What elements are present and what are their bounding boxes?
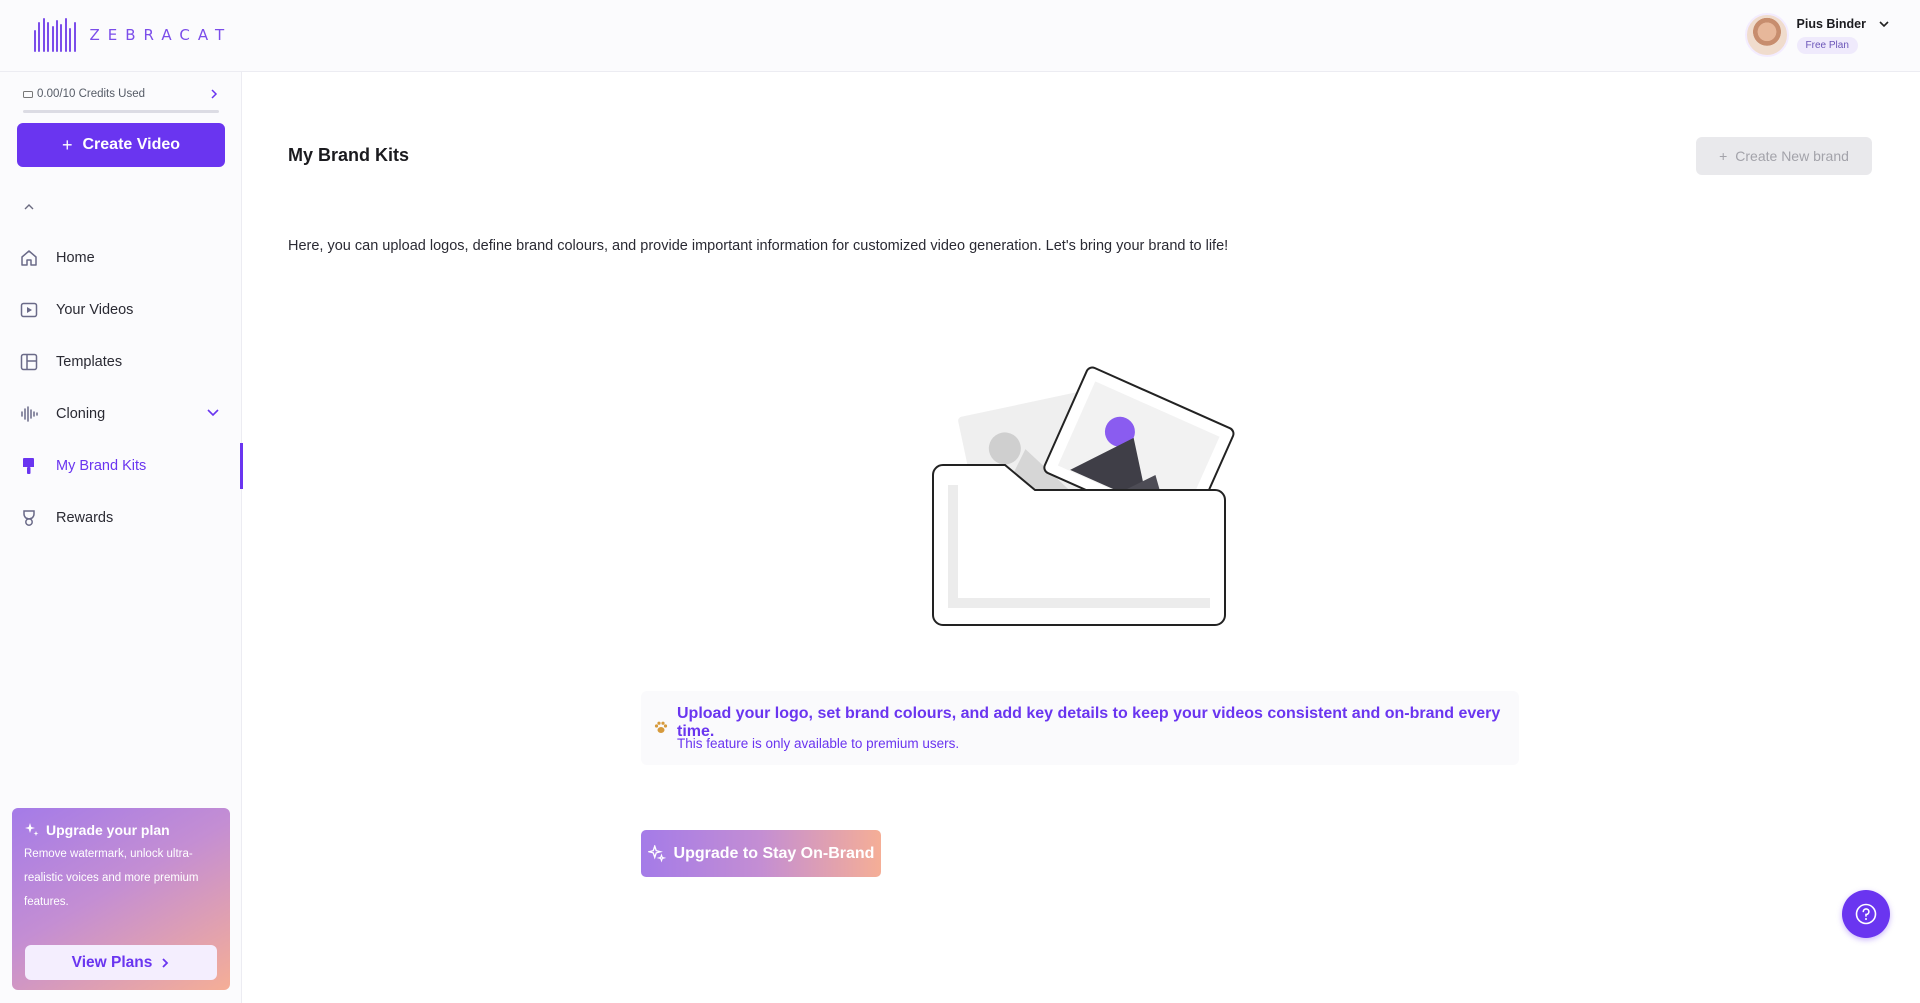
waveform-icon [18,403,40,425]
chevron-right-icon[interactable] [209,89,219,99]
upgrade-title-text: Upgrade your plan [46,822,170,838]
help-button[interactable] [1842,890,1890,938]
logo-mark-icon [34,18,76,52]
sidebar-item-label: Rewards [56,510,114,526]
help-icon [1855,903,1877,925]
premium-info-box: Upload your logo, set brand colours, and… [641,691,1519,765]
credits-progress-bar [23,110,219,113]
plus-icon: + [1719,148,1728,164]
chevron-down-icon[interactable] [206,408,220,418]
sidebar-item-home[interactable]: Home [0,232,242,284]
sidebar-item-label: Templates [56,354,123,370]
sidebar-nav: Home Your Videos Templates Cloning My Br… [0,232,243,544]
home-icon [18,247,40,269]
logo-text: ZEBRACAT [89,26,233,44]
upgrade-description: Remove watermark, unlock ultra-realistic… [24,848,199,908]
avatar[interactable] [1744,13,1789,57]
upgrade-plan-card: Upgrade your plan Remove watermark, unlo… [12,808,230,990]
chevron-up-icon[interactable] [22,202,36,212]
upgrade-button-label: Upgrade to Stay On-Brand [673,844,875,862]
sidebar-item-your-videos[interactable]: Your Videos [0,284,242,336]
credits-label: 0.00/10 Credits Used [37,88,146,100]
chevron-right-icon [162,957,169,968]
intro-text: Here, you can upload logos, define brand… [288,238,1229,254]
top-header: ZEBRACAT Pius Binder Free Plan [0,0,1920,72]
user-name: Pius Binder [1796,16,1866,31]
info-subtitle: This feature is only available to premiu… [677,736,960,751]
sidebar-item-my-brand-kits[interactable]: My Brand Kits [0,440,243,492]
user-info: Pius Binder Free Plan [1796,16,1866,54]
zebracat-logo[interactable]: ZEBRACAT [34,18,232,52]
brush-icon [18,455,40,477]
ticket-icon [23,90,33,98]
sidebar-item-cloning[interactable]: Cloning [0,388,242,440]
templates-icon [18,351,40,373]
plan-badge: Free Plan [1796,36,1858,54]
sparkle-icon [647,844,666,862]
sidebar-item-label: Home [56,250,95,266]
create-video-button[interactable]: + Create Video [17,123,225,167]
sidebar-item-rewards[interactable]: Rewards [0,492,242,544]
plus-icon: + [61,134,73,155]
sparkle-icon [25,823,39,836]
paw-icon [654,721,668,733]
credits-usage[interactable]: 0.00/10 Credits Used [23,88,219,100]
create-video-label: Create Video [82,136,181,153]
folder-illustration-icon [932,366,1235,626]
trophy-icon [18,507,40,529]
create-new-brand-button[interactable]: + Create New brand [1696,137,1872,175]
create-new-brand-label: Create New brand [1735,148,1849,164]
upgrade-title: Upgrade your plan [24,822,218,838]
sidebar-item-label: Your Videos [56,302,134,318]
sidebar: 0.00/10 Credits Used + Create Video Home… [0,72,243,1003]
sidebar-item-templates[interactable]: Templates [0,336,242,388]
sidebar-item-label: Cloning [56,406,106,422]
page-title: My Brand Kits [288,145,410,165]
upgrade-to-stay-on-brand-button[interactable]: Upgrade to Stay On-Brand [641,830,881,877]
user-menu[interactable]: Pius Binder Free Plan [1744,13,1890,57]
sidebar-item-label: My Brand Kits [56,458,147,474]
chevron-down-icon[interactable] [1878,18,1890,30]
video-icon [18,299,40,321]
view-plans-label: View Plans [71,953,153,971]
view-plans-button[interactable]: View Plans [25,945,217,980]
